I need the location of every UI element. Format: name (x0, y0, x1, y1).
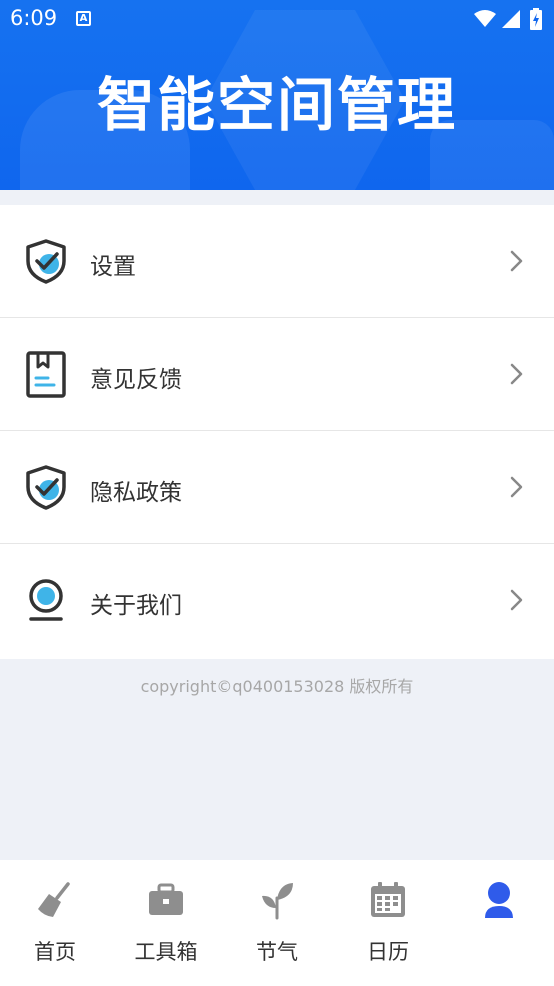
user-icon (485, 882, 513, 918)
settings-menu: 设置 意见反馈 隐私政策 关于我们 (0, 205, 554, 659)
chevron-right-icon (510, 363, 523, 385)
calendar-icon (371, 882, 405, 917)
bottom-tab-bar: 首页 工具箱 节气 日历 (0, 860, 554, 986)
status-time: 6:09 (10, 6, 58, 30)
menu-item-label: 意见反馈 (90, 367, 182, 393)
chevron-right-icon (510, 589, 523, 611)
toolbox-icon (149, 883, 183, 915)
tab-solar-terms[interactable]: 节气 (222, 860, 332, 986)
chevron-right-icon (510, 250, 523, 272)
tab-label: 节气 (256, 940, 298, 964)
tab-profile[interactable] (444, 860, 554, 986)
tab-label: 工具箱 (134, 940, 198, 964)
menu-item-label: 设置 (90, 254, 136, 280)
menu-item-label: 隐私政策 (90, 480, 182, 506)
app-header: 6:09 A 智能空间管理 (0, 0, 554, 190)
shield-check-icon (26, 465, 66, 510)
chevron-right-icon (510, 476, 523, 498)
notification-a-icon: A (76, 11, 91, 26)
tab-label: 首页 (34, 940, 76, 964)
menu-item-settings[interactable]: 设置 (0, 205, 554, 318)
menu-item-about[interactable]: 关于我们 (0, 544, 554, 659)
tab-home[interactable]: 首页 (0, 860, 110, 986)
wifi-icon (474, 10, 496, 27)
tab-calendar[interactable]: 日历 (333, 860, 443, 986)
status-bar: 6:09 A (0, 0, 554, 38)
menu-item-label: 关于我们 (90, 593, 182, 619)
about-webcam-icon (29, 579, 63, 621)
tab-toolbox[interactable]: 工具箱 (111, 860, 221, 986)
shield-check-icon (26, 239, 66, 284)
sprout-icon (262, 883, 293, 920)
signal-icon (502, 10, 520, 28)
copyright-text: copyright©q0400153028 版权所有 (140, 677, 414, 696)
page-title: 智能空间管理 (96, 71, 457, 139)
battery-charging-icon (530, 8, 542, 30)
tab-label: 日历 (367, 940, 409, 964)
menu-item-privacy[interactable]: 隐私政策 (0, 431, 554, 544)
broom-icon (38, 882, 70, 917)
menu-item-feedback[interactable]: 意见反馈 (0, 318, 554, 431)
feedback-book-icon (26, 351, 66, 398)
